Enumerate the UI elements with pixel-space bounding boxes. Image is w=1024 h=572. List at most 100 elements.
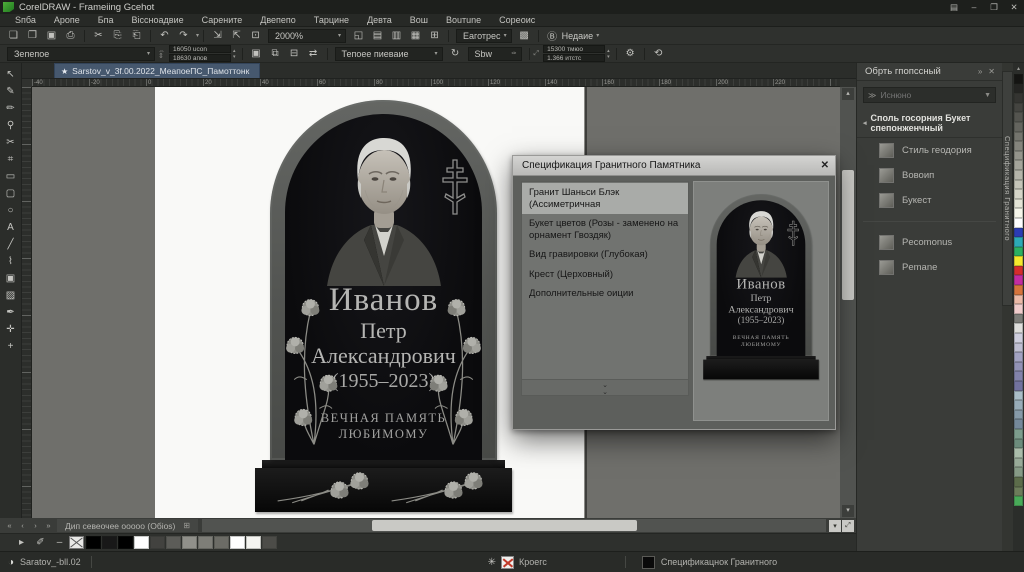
eyedropper-icon[interactable]: ✐: [32, 535, 49, 550]
docker-list-item[interactable]: Pecomonus: [857, 230, 1002, 255]
palette-swatch[interactable]: [1014, 151, 1023, 161]
docker-tree-header[interactable]: ◂ Споль госорния Букет спепонженчный: [857, 109, 1002, 138]
add-page-icon[interactable]: ⊞: [183, 521, 190, 530]
palette-swatch[interactable]: [1014, 323, 1023, 333]
palette-swatch[interactable]: [1014, 103, 1023, 113]
position-spinner[interactable]: ▴▾: [233, 48, 236, 60]
menu-item[interactable]: Вош: [401, 15, 437, 25]
export-button[interactable]: ⇱: [228, 28, 245, 43]
palette-swatch[interactable]: [1014, 218, 1023, 228]
document-palette-swatch[interactable]: [166, 536, 181, 549]
palette-swatch[interactable]: [1014, 496, 1023, 506]
horizontal-scroll-thumb[interactable]: [372, 520, 637, 531]
search-input[interactable]: [880, 90, 984, 100]
crop-tool[interactable]: ⌗: [2, 151, 20, 168]
palette-swatch[interactable]: [1014, 180, 1023, 190]
palette-swatch[interactable]: [1014, 208, 1023, 218]
polyline-tool[interactable]: ⌇: [2, 253, 20, 270]
account-button[interactable]: Ⓑ: [544, 28, 561, 43]
document-palette-swatch[interactable]: [118, 536, 133, 549]
menu-item[interactable]: Bouтune: [437, 15, 490, 25]
palette-swatch[interactable]: [1014, 352, 1023, 362]
dialog-title-bar[interactable]: Спецификация Гранитного Памятника ✕: [513, 156, 835, 176]
toolbar-options-button[interactable]: ▤: [944, 2, 964, 13]
palette-swatch[interactable]: [1014, 391, 1023, 401]
no-color-swatch[interactable]: [69, 536, 84, 549]
open-button[interactable]: ❐: [24, 28, 41, 43]
add-tool-button[interactable]: +: [2, 338, 20, 355]
palette-swatch[interactable]: [1014, 112, 1023, 122]
position-x-field[interactable]: 16050 ucon: [169, 45, 231, 53]
prev-page-button[interactable]: ‹: [16, 519, 29, 532]
page-sorter-button[interactable]: ⊞: [426, 28, 443, 43]
filter-icon[interactable]: ▼: [984, 92, 991, 99]
palette-swatch[interactable]: [1014, 256, 1023, 266]
new-document-button[interactable]: ❏: [5, 28, 22, 43]
shape-tool[interactable]: ✎: [2, 83, 20, 100]
palette-swatch[interactable]: [1014, 189, 1023, 199]
palette-swatch[interactable]: [1014, 458, 1023, 468]
menu-item[interactable]: Бпа: [89, 15, 123, 25]
palette-swatch[interactable]: [1014, 228, 1023, 238]
zoom-level-combo[interactable]: 2000% ▾: [268, 29, 346, 43]
dialog-close-button[interactable]: ✕: [821, 160, 829, 171]
palette-swatch[interactable]: [1014, 275, 1023, 285]
rotate-button[interactable]: ↻: [447, 46, 464, 61]
outline-width-combo[interactable]: Sbw ✑: [468, 47, 522, 61]
options-button[interactable]: ▩: [516, 28, 533, 43]
history-button[interactable]: ⟲: [650, 46, 667, 61]
menu-item[interactable]: Віссноадвие: [123, 15, 193, 25]
menu-item[interactable]: Сореоис: [490, 15, 544, 25]
pan-tools-button[interactable]: ⤢: [842, 520, 854, 532]
palette-swatch[interactable]: [1014, 487, 1023, 497]
paste-button[interactable]: ⎗: [128, 28, 145, 43]
palette-swatch[interactable]: [1014, 467, 1023, 477]
close-button[interactable]: ✕: [1004, 2, 1024, 13]
undo-dropdown-caret[interactable]: ▾: [196, 32, 199, 39]
palette-swatch[interactable]: [1014, 400, 1023, 410]
pick-tool[interactable]: ↖: [2, 66, 20, 83]
rectangle-tool[interactable]: ▭: [2, 168, 20, 185]
copy-button[interactable]: ⎘: [109, 28, 126, 43]
palette-swatch[interactable]: [1014, 477, 1023, 487]
palette-combo[interactable]: Еаготрес ▾: [456, 29, 512, 43]
palette-swatch[interactable]: [1014, 314, 1023, 324]
palette-swatch[interactable]: [1014, 304, 1023, 314]
docker-collapse-button[interactable]: »: [975, 67, 985, 76]
print-button[interactable]: ⎙: [62, 28, 79, 43]
docker-vertical-tab[interactable]: Спецификация Гранитного: [1002, 71, 1013, 306]
spec-list-item[interactable]: Вид гравировки (Глубокая): [522, 245, 688, 265]
document-palette-swatch[interactable]: [198, 536, 213, 549]
knife-tool[interactable]: ✂: [2, 134, 20, 151]
save-button[interactable]: ▣: [43, 28, 60, 43]
menu-item[interactable]: Аропе: [45, 15, 89, 25]
document-palette-swatch[interactable]: [182, 536, 197, 549]
text-tool[interactable]: A: [2, 219, 20, 236]
line-tool[interactable]: ╱: [2, 236, 20, 253]
document-palette-swatch[interactable]: [102, 536, 117, 549]
group-objects-button[interactable]: ⊟: [286, 46, 303, 61]
eyedropper-tool[interactable]: ✛: [2, 321, 20, 338]
monument-design[interactable]: Иванов Петр Александрович (1955–2023) ВЕ…: [255, 100, 512, 512]
position-y-field[interactable]: 18630 апов: [169, 54, 231, 62]
menu-item[interactable]: Sпба: [6, 15, 45, 25]
spec-list-item[interactable]: Крест (Церховный): [522, 265, 688, 285]
document-palette-swatch[interactable]: [246, 536, 261, 549]
redo-button[interactable]: ↷: [175, 28, 192, 43]
menu-item[interactable]: Девта: [358, 15, 401, 25]
document-palette-swatch[interactable]: [214, 536, 229, 549]
palette-swatch[interactable]: [1014, 247, 1023, 257]
copy-properties-button[interactable]: ⧉: [267, 46, 284, 61]
palette-swatch[interactable]: [1014, 429, 1023, 439]
vertical-ruler[interactable]: [22, 87, 32, 518]
docker-list-item[interactable]: Вовоип: [857, 163, 1002, 188]
restore-button[interactable]: ❐: [984, 2, 1004, 13]
fullscreen-preview-button[interactable]: ◱: [350, 28, 367, 43]
palette-swatch[interactable]: [1014, 448, 1023, 458]
undo-button[interactable]: ↶: [156, 28, 173, 43]
vertical-scroll-thumb[interactable]: [842, 170, 854, 300]
pen-tool[interactable]: ✒: [2, 304, 20, 321]
minimize-button[interactable]: –: [964, 2, 984, 13]
smudge-tool[interactable]: ✏: [2, 100, 20, 117]
palette-swatch[interactable]: [1014, 362, 1023, 372]
